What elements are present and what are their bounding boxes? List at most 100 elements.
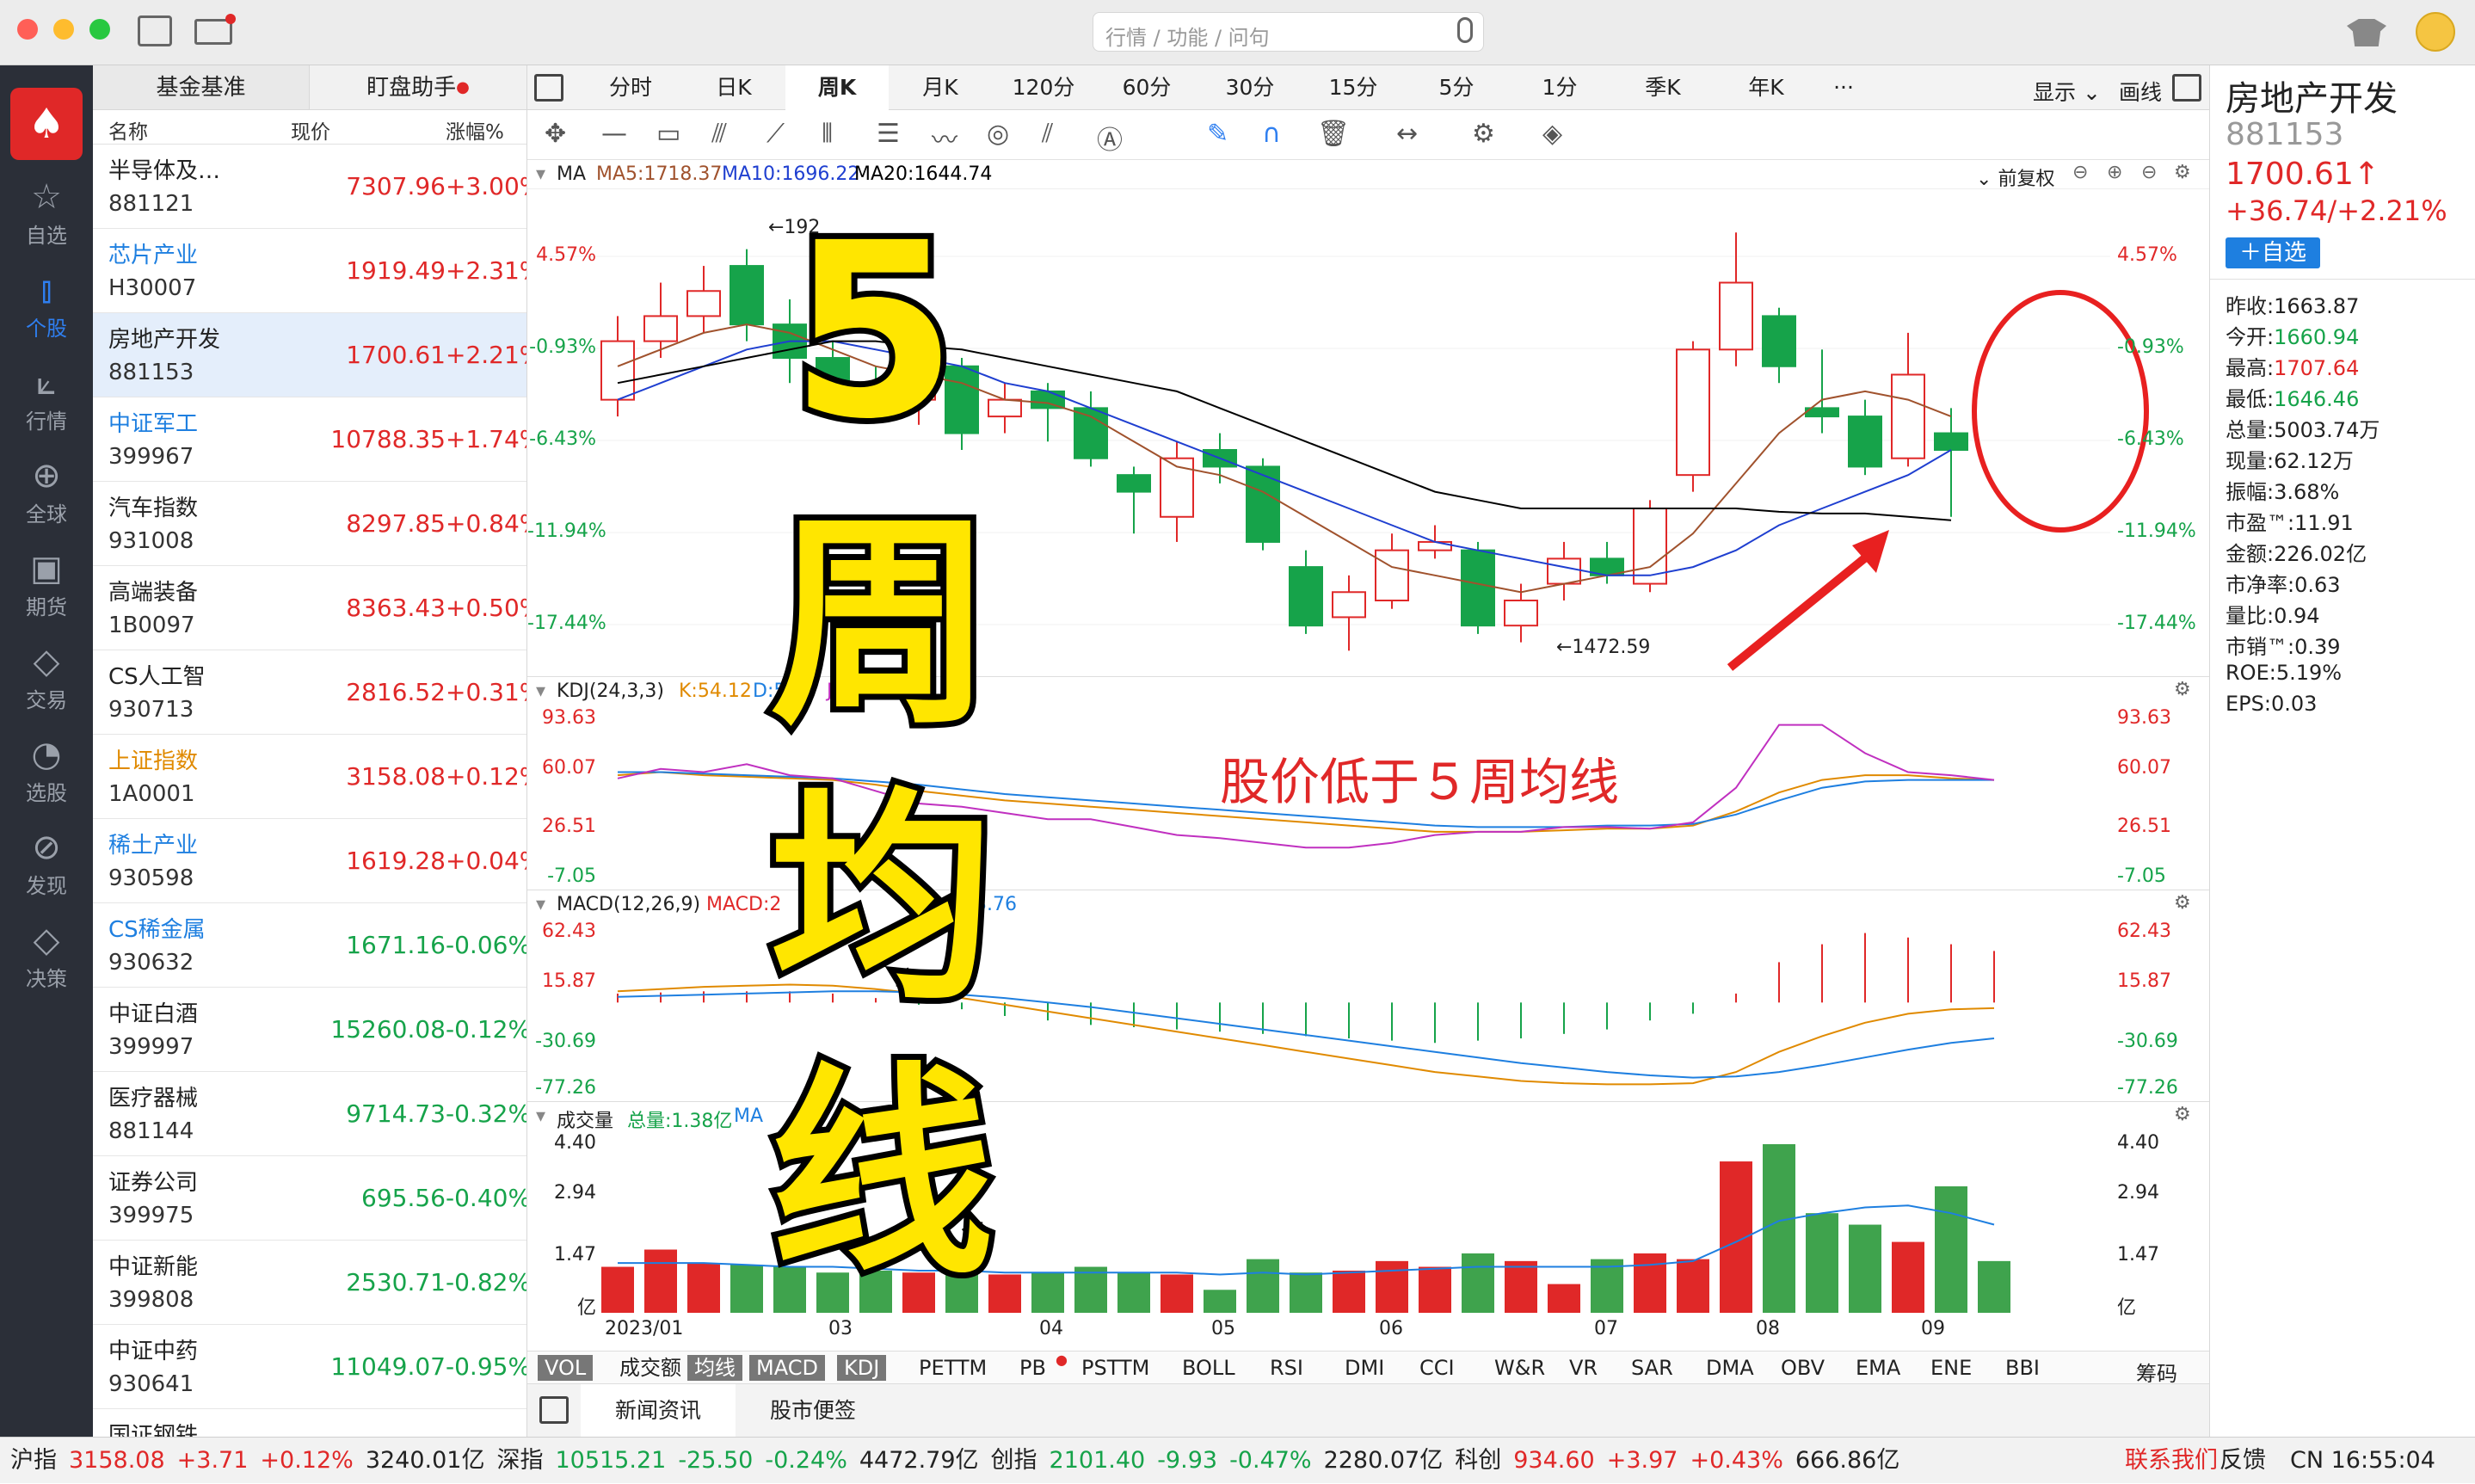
nav-item-5[interactable]: ◇ 交易 [0, 633, 93, 726]
watchlist-row[interactable]: 房地产开发 881153 1700.61+2.21% [93, 313, 526, 397]
indicator-tab-6[interactable]: PB [1013, 1355, 1053, 1381]
row-change: -0.32% [446, 1099, 527, 1128]
bottom-panel-toggle-icon[interactable] [539, 1396, 569, 1424]
row-name: 中证新能 [108, 1254, 199, 1280]
candle [1461, 541, 1495, 634]
indicator-tab-10[interactable]: DMI [1338, 1355, 1391, 1381]
indicator-tab-16[interactable]: OBV [1774, 1355, 1832, 1381]
watchlist-row[interactable]: 上证指数 1A0001 3158.08+0.12% [93, 735, 526, 819]
row-name: CS人工智 [108, 664, 206, 690]
indicator-tab-15[interactable]: DMA [1699, 1355, 1761, 1381]
row-price: 2530.71 [346, 1268, 446, 1296]
axis-label: -77.26 [2117, 1077, 2178, 1099]
indicator-tab-2[interactable]: 均线 [687, 1355, 742, 1381]
watchlist-row[interactable]: 中证军工 399967 10788.35+1.74% [93, 397, 526, 482]
microphone-icon[interactable] [1457, 17, 1473, 43]
feedback-link[interactable]: 反馈 [2219, 1438, 2266, 1484]
tab-watch-assistant[interactable]: 盯盘助手● [310, 65, 526, 110]
watchlist-row[interactable]: 汽车指数 931008 8297.85+0.84% [93, 482, 526, 566]
status-item: 创指 [990, 1447, 1037, 1474]
low-price-label: ←1472.59 [1556, 637, 1651, 658]
close-window-button[interactable] [17, 19, 38, 40]
indicator-tab-12[interactable]: W&R [1487, 1355, 1552, 1381]
minimize-window-button[interactable] [53, 19, 74, 40]
watchlist-row[interactable]: CS稀金属 930632 1671.16 -0.06% [93, 903, 526, 988]
candle [1246, 458, 1280, 551]
overlay-char-average: 均 [764, 765, 1000, 1035]
nav-item-2[interactable]: ⟀ 行情 [0, 354, 93, 447]
nav-item-3[interactable]: ⊕ 全球 [0, 447, 93, 540]
window-switch-icon[interactable] [138, 15, 172, 46]
axis-label: 4.40 [554, 1132, 596, 1154]
overlay-char-5: 5 [784, 192, 964, 472]
indicator-tab-9[interactable]: RSI [1263, 1355, 1310, 1381]
row-price: 15260.08 [330, 1015, 446, 1044]
indicator-tab-13[interactable]: VR [1562, 1355, 1604, 1381]
watchlist-row[interactable]: 中证中药 930641 11049.07 -0.95% [93, 1325, 526, 1409]
annotation-text: 股价低于５周均线 [1220, 753, 1620, 811]
indicator-tab-8[interactable]: BOLL [1175, 1355, 1242, 1381]
indicator-tab-11[interactable]: CCI [1413, 1355, 1462, 1381]
tab-notes[interactable]: 股市便签 [736, 1384, 890, 1438]
search-input[interactable]: 行情 / 功能 / 问句 [1093, 12, 1484, 52]
row-name: 中证中药 [108, 1339, 199, 1364]
watchlist-row[interactable]: 芯片产业 H30007 1919.49+2.31% [93, 229, 526, 313]
add-watchlist-button[interactable]: ＋自选 [2226, 237, 2320, 268]
header-name[interactable]: 名称 [108, 115, 148, 145]
row-change: +0.12% [446, 762, 526, 791]
indicator-tab-14[interactable]: SAR [1624, 1355, 1680, 1381]
row-code: 1B0097 [108, 613, 195, 638]
indicator-tab-4[interactable]: KDJ [837, 1355, 887, 1381]
notify-dot-icon: ● [456, 78, 470, 96]
avatar[interactable] [2416, 12, 2455, 52]
axis-label: -0.93% [529, 336, 596, 358]
watchlist-header: 名称 现价 涨幅% [93, 110, 526, 145]
volume-bar [1074, 1266, 1107, 1313]
header-change[interactable]: 涨幅% [446, 115, 504, 145]
watchlist-row[interactable]: 证券公司 399975 695.56 -0.40% [93, 1156, 526, 1241]
contact-link[interactable]: 联系我们 [2125, 1438, 2218, 1484]
nav-item-7[interactable]: ⊘ 发现 [0, 819, 93, 912]
watchlist-row[interactable]: 医疗器械 881144 9714.73 -0.32% [93, 1072, 527, 1156]
shirt-icon[interactable] [2347, 19, 2386, 46]
watchlist-row[interactable]: 高端装备 1B0097 8363.43+0.50% [93, 566, 526, 650]
tab-news[interactable]: 新闻资讯 [581, 1384, 736, 1438]
quote-panel: 房地产开发 881153 1700.61↑ +36.74/+2.21% ＋自选 … [2209, 65, 2475, 1437]
nav-item-1[interactable]: ⫾ 个股 [0, 262, 93, 354]
trade-icon: ◇ [33, 642, 60, 681]
header-price[interactable]: 现价 [291, 115, 330, 145]
watchlist-row[interactable]: 半导体及… 881121 7307.96+3.00% [93, 145, 526, 229]
quote-field-key: 量比: [2226, 604, 2275, 628]
quote-field: 市净率:0.63 [2226, 568, 2341, 598]
watchlist-row[interactable]: 中证新能 399808 2530.71 -0.82% [93, 1241, 526, 1325]
quote-field: 总量:5003.74万 [2226, 413, 2380, 443]
indicator-tab-7[interactable]: PSTTM [1074, 1355, 1156, 1381]
candle [1848, 399, 1882, 476]
axis-label: 亿 [576, 1297, 596, 1319]
quote-field: 昨收:1663.87 [2226, 289, 2359, 319]
nav-item-0[interactable]: ☆ 自选 [0, 169, 93, 262]
nav-item-4[interactable]: ▣ 期货 [0, 540, 93, 633]
stock-code: 881153 [2226, 117, 2344, 152]
candle-body [643, 315, 678, 342]
chips-button[interactable]: 筹码 [2136, 1357, 2177, 1387]
nav-label: 发现 [26, 874, 67, 898]
indicator-tab-5[interactable]: PETTM [912, 1355, 994, 1381]
watchlist-row[interactable]: 稀土产业 930598 1619.28+0.04% [93, 819, 526, 903]
indicator-tab-3[interactable]: MACD [749, 1355, 825, 1381]
axis-label: 62.43 [542, 921, 596, 942]
row-price: 1671.16 [346, 931, 446, 959]
watchlist-row[interactable]: CS人工智 930713 2816.52+0.31% [93, 650, 526, 735]
indicator-tab-18[interactable]: ENE [1924, 1355, 1979, 1381]
nav-item-8[interactable]: ◇ 决策 [0, 912, 93, 1005]
watchlist-row[interactable]: 中证白酒 399997 15260.08 -0.12% [93, 988, 526, 1072]
tab-fund-benchmark[interactable]: 基金基准 [93, 65, 310, 110]
indicator-tab-19[interactable]: BBI [1998, 1355, 2047, 1381]
maximize-window-button[interactable] [89, 19, 110, 40]
indicator-tab-0[interactable]: VOL [538, 1355, 594, 1381]
row-code: 881153 [108, 360, 194, 385]
indicator-tab-17[interactable]: EMA [1849, 1355, 1907, 1381]
indicator-tab-1[interactable]: 成交额 [613, 1355, 688, 1381]
watchlist-row[interactable]: 国证钢铁 [93, 1409, 526, 1437]
nav-item-6[interactable]: ◔ 选股 [0, 726, 93, 819]
